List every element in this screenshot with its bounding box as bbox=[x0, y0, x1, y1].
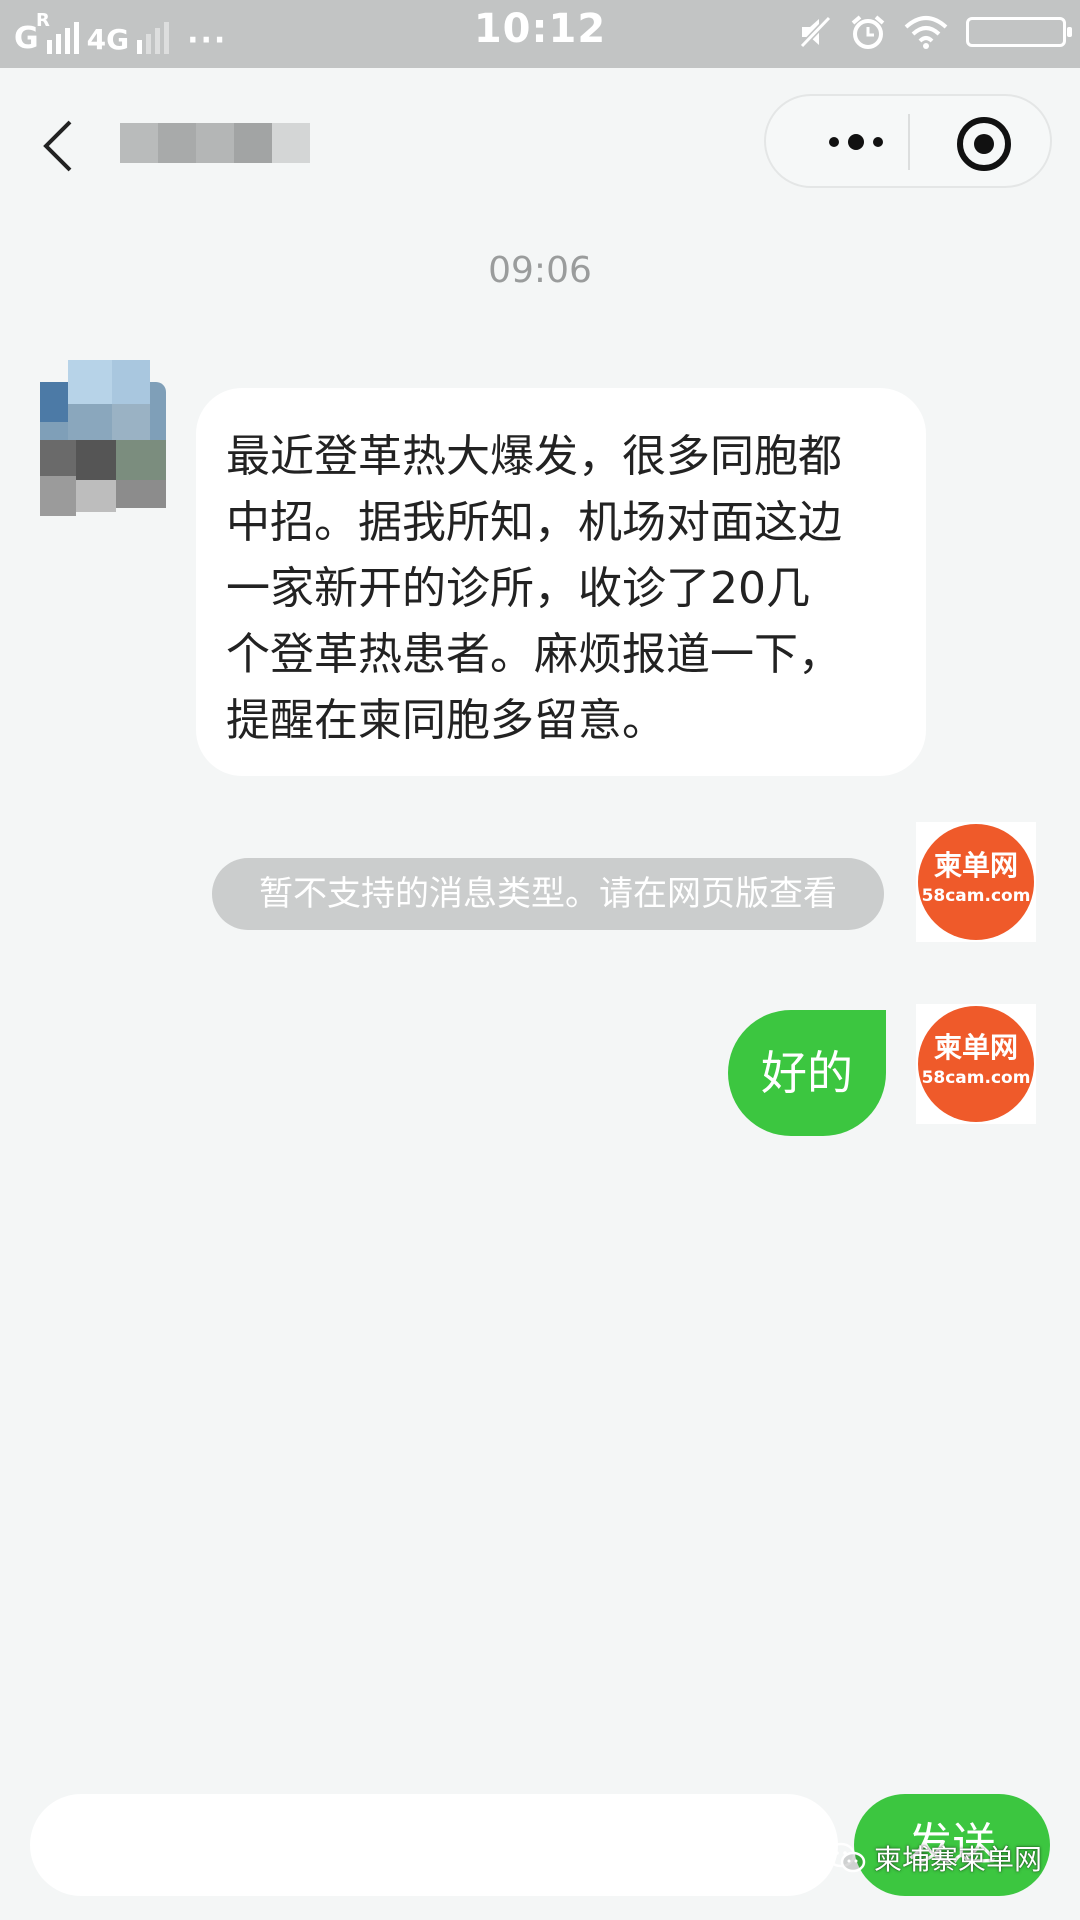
message-input[interactable] bbox=[30, 1794, 838, 1896]
watermark-text: 柬埔寨柬单网 bbox=[873, 1843, 1042, 1876]
message-line: 一家新开的诊所，收诊了20几 bbox=[226, 563, 810, 614]
brand-logo-domain: 58cam.com bbox=[921, 886, 1031, 906]
watermark: 柬埔寨柬单网 bbox=[826, 1838, 1042, 1878]
chevron-left-icon[interactable] bbox=[38, 116, 82, 176]
capsule-divider bbox=[908, 114, 910, 170]
nav-bar bbox=[0, 68, 1080, 218]
alarm-icon bbox=[851, 15, 885, 49]
contact-avatar-blurred[interactable] bbox=[40, 360, 166, 520]
chat-timestamp: 09:06 bbox=[488, 250, 592, 291]
more-dots-icon[interactable] bbox=[806, 114, 906, 170]
target-circle-icon[interactable] bbox=[956, 116, 1012, 172]
unsupported-message-notice: 暂不支持的消息类型。请在网页版查看 bbox=[212, 858, 884, 930]
status-bar: GR 4G ··· 10:12 bbox=[0, 0, 1080, 68]
battery-icon bbox=[966, 17, 1072, 47]
mini-program-capsule bbox=[764, 94, 1052, 188]
wifi-icon bbox=[904, 16, 948, 49]
mute-icon bbox=[799, 15, 832, 49]
brand-logo-title: 柬单网 bbox=[933, 849, 1018, 882]
self-avatar[interactable]: 柬单网 58cam.com bbox=[916, 822, 1036, 942]
outgoing-message-bubble[interactable]: 好的 bbox=[728, 1010, 886, 1136]
wechat-icon bbox=[826, 1842, 866, 1873]
message-line: 个登革热患者。麻烦报道一下， bbox=[226, 629, 842, 680]
message-line: 中招。据我所知，机场对面这边 bbox=[226, 497, 842, 548]
nav-title-blurred bbox=[120, 120, 310, 166]
incoming-message-bubble[interactable]: 最近登革热大爆发，很多同胞都 中招。据我所知，机场对面这边 一家新开的诊所，收诊… bbox=[196, 388, 926, 776]
brand-logo-domain: 58cam.com bbox=[921, 1068, 1031, 1088]
self-avatar[interactable]: 柬单网 58cam.com bbox=[916, 1004, 1036, 1124]
status-right bbox=[798, 14, 1072, 50]
brand-logo: 柬单网 58cam.com bbox=[918, 824, 1034, 940]
message-line: 提醒在柬同胞多留意。 bbox=[226, 695, 666, 746]
message-line: 最近登革热大爆发，很多同胞都 bbox=[226, 431, 842, 482]
brand-logo: 柬单网 58cam.com bbox=[918, 1006, 1034, 1122]
brand-logo-title: 柬单网 bbox=[933, 1031, 1018, 1064]
